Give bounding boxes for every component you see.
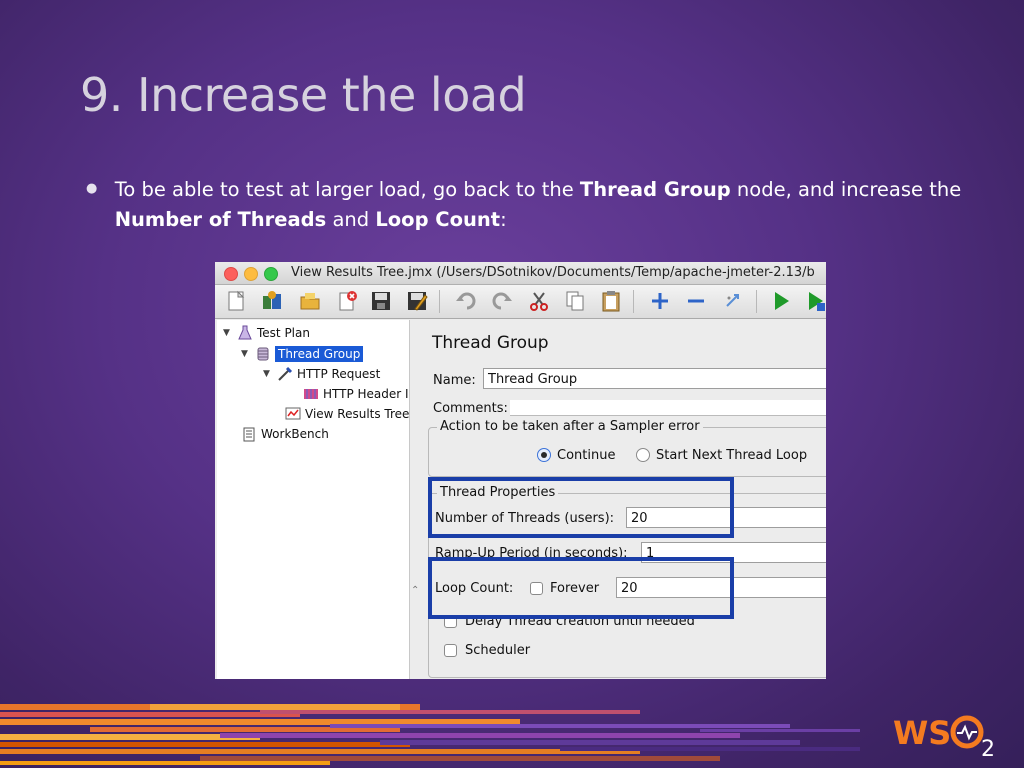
- start-next-thread-loop-radio[interactable]: [636, 448, 650, 462]
- tree-item-label: Test Plan: [257, 326, 310, 340]
- bullet-bold-thread-group: Thread Group: [579, 178, 731, 201]
- slide-title: 9. Increase the load: [80, 68, 527, 122]
- comments-field[interactable]: [510, 400, 826, 416]
- bullet-bold-loop-count: Loop Count: [375, 208, 501, 231]
- loop-count-highlight-box: [428, 557, 734, 619]
- threads-highlight-box: [428, 477, 734, 538]
- test-plan-icon: [238, 325, 252, 340]
- bullet-bold-number-of-threads: Number of Threads: [114, 208, 327, 231]
- thread-group-icon: [257, 347, 269, 361]
- undo-icon[interactable]: [454, 289, 478, 313]
- panel-title: Thread Group: [432, 333, 549, 353]
- expand-triangle-icon[interactable]: ▼: [241, 349, 255, 359]
- tree-item-view-results-tree[interactable]: View Results Tree: [285, 405, 409, 423]
- start-icon[interactable]: [769, 289, 793, 313]
- start-no-pause-icon[interactable]: [803, 289, 826, 313]
- http-request-icon: [278, 366, 293, 381]
- tree-item-label: HTTP Request: [297, 367, 381, 381]
- window-minimize-button[interactable]: [244, 267, 258, 281]
- tree-item-http-request[interactable]: ▼ HTTP Request: [263, 365, 380, 383]
- close-icon[interactable]: [335, 289, 359, 313]
- scheduler-checkbox[interactable]: [444, 644, 457, 657]
- bullet-text-1: To be able to test at larger load, go ba…: [114, 178, 580, 201]
- bullet-item: ● To be able to test at larger load, go …: [86, 175, 966, 235]
- tree-item-label: View Results Tree: [305, 407, 410, 421]
- save-icon[interactable]: [369, 289, 393, 313]
- toggle-icon[interactable]: [721, 289, 745, 313]
- tree-item-thread-group[interactable]: ▼ Thread Group: [241, 345, 364, 363]
- tree-item-label: HTTP Header I: [323, 387, 409, 401]
- expand-triangle-icon[interactable]: ▼: [263, 369, 277, 379]
- new-icon[interactable]: [224, 289, 248, 313]
- bullet-dot: ●: [86, 181, 98, 196]
- tree-item-label: Thread Group: [275, 346, 364, 362]
- window-close-button[interactable]: [224, 267, 238, 281]
- toolbar-separator: [633, 290, 634, 313]
- svg-text:2: 2: [981, 737, 995, 762]
- bullet-text-4: :: [500, 208, 507, 231]
- start-next-thread-loop-label: Start Next Thread Loop: [656, 448, 808, 463]
- expand-icon[interactable]: [648, 289, 672, 313]
- results-tree-icon: [285, 407, 301, 420]
- expand-triangle-icon[interactable]: ▼: [223, 328, 237, 338]
- svg-text:WS: WS: [893, 714, 951, 752]
- bullet-text-3: and: [326, 208, 376, 231]
- tree-item-label: WorkBench: [261, 427, 329, 441]
- copy-icon[interactable]: [563, 289, 587, 313]
- tree-item-http-header[interactable]: HTTP Header I: [289, 385, 409, 403]
- collapse-icon[interactable]: [684, 289, 708, 313]
- test-plan-tree: ▼ Test Plan ▼ Thread Group ▼ HTTP Reques…: [217, 320, 410, 679]
- bullet-text-2: node, and increase the: [730, 178, 962, 201]
- paste-icon[interactable]: [599, 289, 623, 313]
- continue-radio[interactable]: [537, 448, 551, 462]
- tree-item-test-plan[interactable]: ▼ Test Plan: [223, 324, 310, 342]
- window-titlebar: View Results Tree.jmx (/Users/DSotnikov/…: [215, 262, 826, 285]
- scheduler-label: Scheduler: [465, 643, 531, 658]
- name-label: Name:: [433, 373, 476, 388]
- bullet-text: To be able to test at larger load, go ba…: [115, 175, 966, 235]
- cut-icon[interactable]: [527, 289, 551, 313]
- toolbar-separator: [439, 290, 440, 313]
- toolbar-separator: [756, 290, 757, 313]
- http-header-icon: [304, 389, 318, 399]
- window-title: View Results Tree.jmx (/Users/DSotnikov/…: [291, 265, 815, 280]
- decorative-stripes: [0, 704, 860, 765]
- wso2-logo: WS 2: [893, 710, 1003, 762]
- redo-icon[interactable]: [490, 289, 514, 313]
- tree-item-workbench[interactable]: WorkBench: [241, 425, 329, 443]
- open-icon[interactable]: [298, 289, 322, 313]
- save-as-icon[interactable]: [405, 289, 429, 313]
- toolbar: [215, 285, 826, 319]
- window-zoom-button[interactable]: [264, 267, 278, 281]
- sampler-error-title: Action to be taken after a Sampler error: [437, 419, 703, 434]
- wso2-logo-icon: WS 2: [893, 714, 995, 762]
- workbench-icon: [243, 427, 255, 442]
- templates-icon[interactable]: [260, 289, 284, 313]
- comments-label: Comments:: [433, 401, 508, 416]
- name-field[interactable]: Thread Group: [483, 368, 826, 389]
- continue-label: Continue: [557, 448, 616, 463]
- split-pane-handle[interactable]: ⌃: [411, 585, 419, 596]
